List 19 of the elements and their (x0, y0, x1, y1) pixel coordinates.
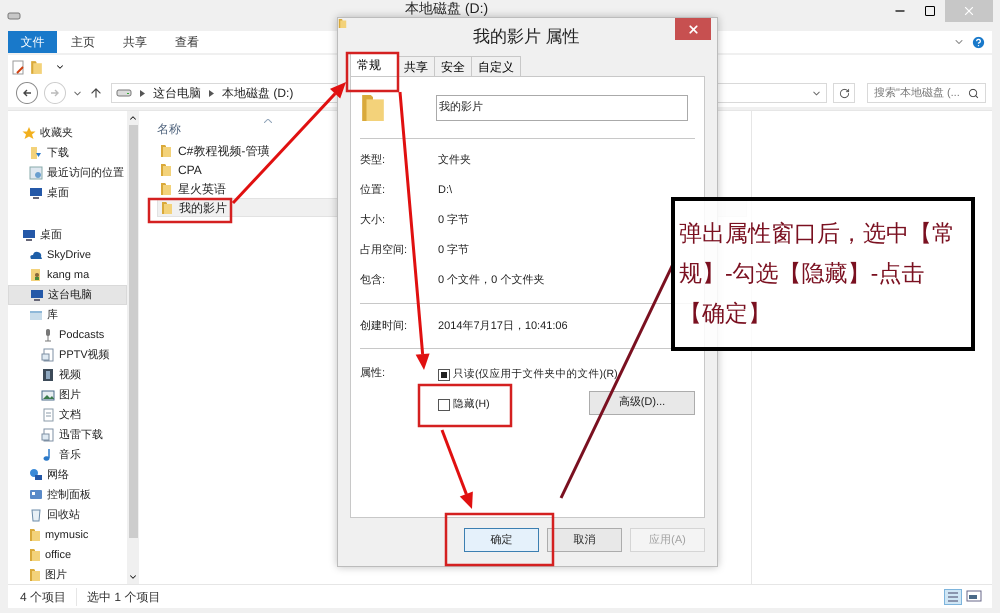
dialog-button: 应用(A) (630, 528, 705, 552)
property-label: 占用空间: (360, 242, 408, 258)
property-label: 类型: (360, 152, 386, 168)
property-value: 0 个文件，0 个文件夹 (438, 272, 544, 288)
property-label: 创建时间: (360, 318, 408, 334)
status-text: 4 个项目 (19, 588, 68, 606)
status-text: 选中 1 个项目 (76, 588, 170, 606)
property-value: 文件夹 (438, 152, 471, 168)
property-value: 0 字节 (438, 212, 470, 228)
window-title: 本地磁盘 (D:) (405, 0, 488, 16)
annotation-text: 弹出属性窗口后，选中【常规】-勾选【隐藏】-点击【确定】 (679, 220, 955, 326)
property-label: 包含: (360, 272, 386, 288)
property-label: 大小: (360, 212, 386, 228)
property-label: 属性: (360, 366, 386, 381)
property-value: 0 字节 (438, 242, 470, 258)
dialog-title: 我的影片 属性 (473, 26, 580, 48)
property-label: 位置: (360, 182, 386, 198)
property-value: 2014年7月17日，10:41:06 (438, 318, 568, 334)
property-value: D:\ (438, 182, 452, 198)
